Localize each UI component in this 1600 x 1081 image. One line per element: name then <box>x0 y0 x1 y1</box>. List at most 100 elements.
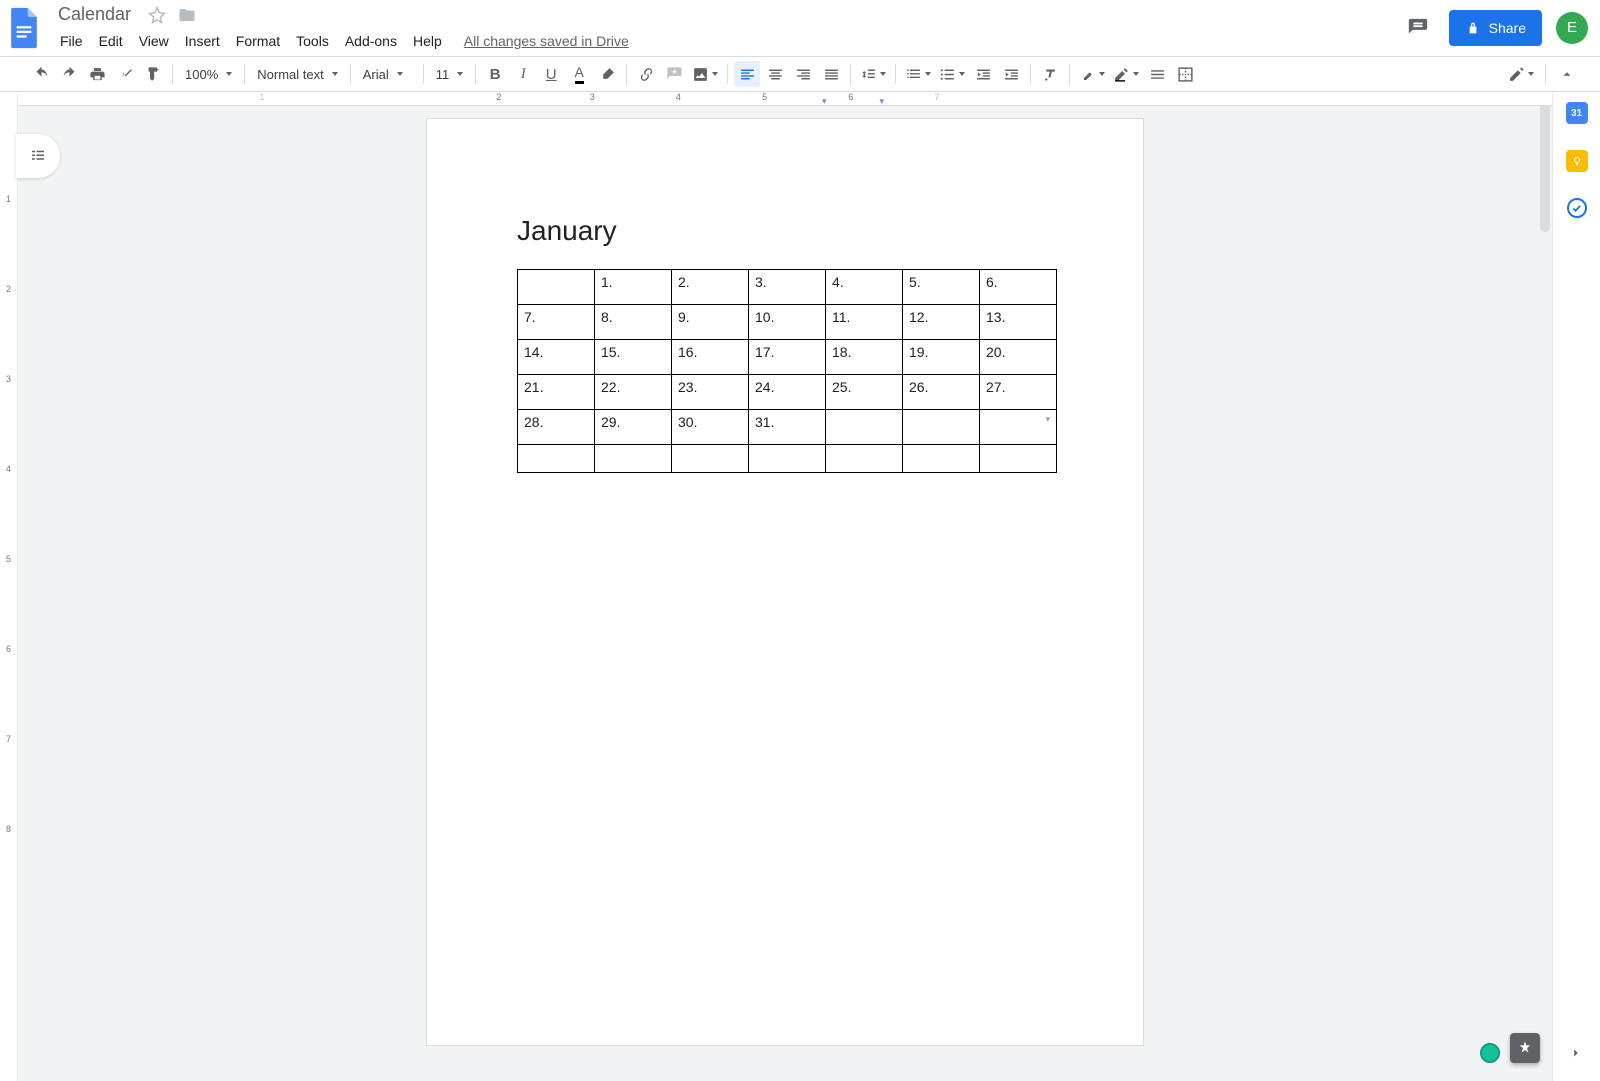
align-justify-icon[interactable] <box>818 61 844 87</box>
ruler-indent-marker[interactable]: ▾ <box>879 96 884 107</box>
horizontal-ruler[interactable]: 1 2 3 4 5 6 7 ▾ ▾ <box>18 92 1552 106</box>
insert-comment-icon[interactable] <box>661 61 687 87</box>
calendar-cell[interactable]: 22. <box>595 375 672 410</box>
calendar-cell[interactable]: 14. <box>518 340 595 375</box>
calendar-cell[interactable]: 19. <box>903 340 980 375</box>
scrollbar-thumb[interactable] <box>1540 92 1550 232</box>
clear-format-icon[interactable] <box>1037 61 1063 87</box>
undo-icon[interactable] <box>28 61 54 87</box>
calendar-cell[interactable]: 13. <box>980 305 1057 340</box>
highlight-icon[interactable] <box>594 61 620 87</box>
italic-icon[interactable]: I <box>510 61 536 87</box>
keep-app-icon[interactable] <box>1566 150 1588 172</box>
menu-format[interactable]: Format <box>228 29 288 53</box>
insert-image-icon[interactable] <box>689 61 721 87</box>
calendar-cell[interactable]: 17. <box>749 340 826 375</box>
comments-icon[interactable] <box>1401 11 1435 45</box>
menu-addons[interactable]: Add-ons <box>337 29 405 53</box>
calendar-cell[interactable]: 25. <box>826 375 903 410</box>
editing-mode-icon[interactable] <box>1505 61 1537 87</box>
calendar-cell[interactable] <box>903 445 980 473</box>
align-center-icon[interactable] <box>762 61 788 87</box>
calendar-cell[interactable]: 23. <box>672 375 749 410</box>
calendar-cell[interactable]: 31. <box>749 410 826 445</box>
redo-icon[interactable] <box>56 61 82 87</box>
font-select[interactable]: Arial <box>357 61 417 87</box>
calendar-cell[interactable]: 18. <box>826 340 903 375</box>
menu-edit[interactable]: Edit <box>91 29 131 53</box>
calendar-cell[interactable]: 3. <box>749 270 826 305</box>
border-width-icon[interactable] <box>1110 61 1142 87</box>
menu-help[interactable]: Help <box>405 29 450 53</box>
calendar-cell[interactable]: 20. <box>980 340 1057 375</box>
menu-tools[interactable]: Tools <box>288 29 337 53</box>
numbered-list-icon[interactable] <box>902 61 934 87</box>
calendar-cell[interactable]: 5. <box>903 270 980 305</box>
calendar-cell[interactable] <box>980 445 1057 473</box>
calendar-cell[interactable]: 8. <box>595 305 672 340</box>
calendar-cell[interactable]: 10. <box>749 305 826 340</box>
collapse-toolbar-icon[interactable] <box>1554 61 1580 87</box>
calendar-cell[interactable]: 6. <box>980 270 1057 305</box>
explore-button[interactable] <box>1510 1033 1540 1063</box>
line-spacing-icon[interactable] <box>857 61 889 87</box>
calendar-cell[interactable]: 12. <box>903 305 980 340</box>
calendar-cell[interactable]: 1. <box>595 270 672 305</box>
grammarly-icon[interactable] <box>1480 1043 1500 1063</box>
docs-home-icon[interactable] <box>4 1 44 55</box>
table-borders-icon[interactable] <box>1172 61 1198 87</box>
side-panel-expand-icon[interactable] <box>1566 1043 1586 1063</box>
tasks-app-icon[interactable] <box>1567 198 1587 218</box>
account-avatar[interactable]: E <box>1556 12 1588 44</box>
calendar-cell[interactable]: 2. <box>672 270 749 305</box>
calendar-cell[interactable] <box>518 270 595 305</box>
print-icon[interactable] <box>84 61 110 87</box>
calendar-cell[interactable] <box>826 410 903 445</box>
heading[interactable]: January <box>517 215 1053 247</box>
insert-link-icon[interactable] <box>633 61 659 87</box>
calendar-cell[interactable]: 28. <box>518 410 595 445</box>
calendar-cell[interactable]: 16. <box>672 340 749 375</box>
border-style-icon[interactable] <box>1144 61 1170 87</box>
calendar-cell[interactable]: 4. <box>826 270 903 305</box>
align-left-icon[interactable] <box>734 61 760 87</box>
star-icon[interactable] <box>147 5 167 25</box>
calendar-cell[interactable] <box>518 445 595 473</box>
calendar-cell[interactable]: 29. <box>595 410 672 445</box>
text-color-icon[interactable]: A <box>566 61 592 87</box>
calendar-cell[interactable]: 9. <box>672 305 749 340</box>
increase-indent-icon[interactable] <box>998 61 1024 87</box>
calendar-cell[interactable] <box>749 445 826 473</box>
calendar-cell[interactable]: 27. <box>980 375 1057 410</box>
calendar-cell[interactable]: 26. <box>903 375 980 410</box>
menu-file[interactable]: File <box>52 29 91 53</box>
calendar-cell[interactable]: 15. <box>595 340 672 375</box>
calendar-cell[interactable] <box>826 445 903 473</box>
paragraph-style-select[interactable]: Normal text <box>251 61 343 87</box>
cell-handle-icon[interactable]: ▾ <box>1045 414 1050 425</box>
share-button[interactable]: Share <box>1449 10 1542 46</box>
calendar-cell[interactable]: 24. <box>749 375 826 410</box>
menu-insert[interactable]: Insert <box>177 29 228 53</box>
calendar-table[interactable]: 1.2.3.4.5.6.7.8.9.10.11.12.13.14.15.16.1… <box>517 269 1057 473</box>
calendar-cell[interactable]: 21. <box>518 375 595 410</box>
calendar-cell[interactable] <box>595 445 672 473</box>
decrease-indent-icon[interactable] <box>970 61 996 87</box>
menu-view[interactable]: View <box>131 29 177 53</box>
ruler-indent-marker[interactable]: ▾ <box>822 96 827 107</box>
align-right-icon[interactable] <box>790 61 816 87</box>
calendar-cell[interactable] <box>672 445 749 473</box>
border-color-icon[interactable] <box>1076 61 1108 87</box>
font-size-select[interactable]: 11 <box>430 61 470 87</box>
calendar-cell[interactable] <box>903 410 980 445</box>
zoom-select[interactable]: 100% <box>179 61 238 87</box>
calendar-cell[interactable]: ▾ <box>980 410 1057 445</box>
underline-icon[interactable]: U <box>538 61 564 87</box>
document-title[interactable]: Calendar <box>52 2 137 27</box>
bold-icon[interactable]: B <box>482 61 508 87</box>
calendar-cell[interactable]: 7. <box>518 305 595 340</box>
calendar-cell[interactable]: 30. <box>672 410 749 445</box>
save-status[interactable]: All changes saved in Drive <box>464 33 629 49</box>
move-folder-icon[interactable] <box>177 5 197 25</box>
outline-toggle[interactable] <box>16 134 60 178</box>
